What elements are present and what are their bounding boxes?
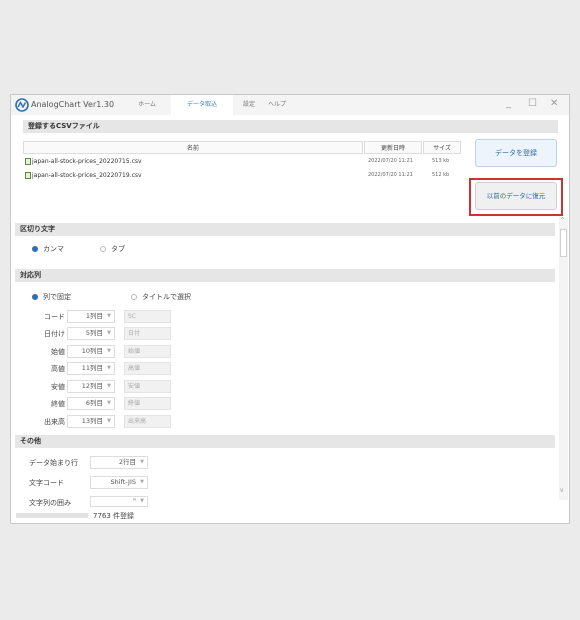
date-field: 日付 xyxy=(124,327,171,340)
chevron-down-icon: ▼ xyxy=(107,330,111,336)
quote-label: 文字列の囲み xyxy=(29,499,71,507)
chevron-down-icon: ▼ xyxy=(140,459,144,465)
open-field: 始値 xyxy=(124,345,171,358)
by-title-label[interactable]: タイトルで選択 xyxy=(142,292,191,302)
volume-column-select[interactable]: 13列目 ▼ xyxy=(67,415,115,428)
maximize-button[interactable]: ☐ xyxy=(528,98,537,109)
code-label: コード xyxy=(44,313,65,321)
quote-select[interactable]: " ▼ xyxy=(90,496,148,507)
delimiter-section-header: 区切り文字 xyxy=(15,223,555,236)
progress-bar xyxy=(16,513,88,518)
chevron-down-icon: ▼ xyxy=(140,498,144,504)
date-column-select[interactable]: 5列目 ▼ xyxy=(67,327,115,340)
chevron-down-icon: ▼ xyxy=(140,479,144,485)
scroll-thumb[interactable] xyxy=(560,229,567,257)
status-text: 7763 件登録 xyxy=(93,512,135,520)
chevron-down-icon: ▼ xyxy=(107,313,111,319)
high-label: 高値 xyxy=(51,365,65,373)
app-window: AnalogChart Ver1.30 ホーム データ取込 設定 ヘルプ _ ☐… xyxy=(10,94,570,524)
by-title-radio[interactable] xyxy=(131,294,137,300)
chevron-down-icon: ▼ xyxy=(107,348,111,354)
file-size: 512 kb xyxy=(432,172,450,178)
encoding-label: 文字コード xyxy=(29,479,64,487)
code-column-select[interactable]: 1列目 ▼ xyxy=(67,310,115,323)
menu-settings[interactable]: 設定 xyxy=(237,95,261,115)
high-column-select[interactable]: 11列目 ▼ xyxy=(67,362,115,375)
high-field: 高値 xyxy=(124,362,171,375)
delimiter-tab-radio[interactable] xyxy=(100,246,106,252)
low-field: 安値 xyxy=(124,380,171,393)
file-name: japan-all-stock-prices_20220715.csv xyxy=(32,158,142,165)
register-data-button[interactable]: データを登録 xyxy=(475,139,557,167)
close-field: 終値 xyxy=(124,397,171,410)
status-bar: 7763 件登録 xyxy=(11,508,569,523)
column-header-name[interactable]: 名前 xyxy=(23,141,363,154)
chevron-down-icon: ▼ xyxy=(107,365,111,371)
data-start-label: データ始まり行 xyxy=(29,459,78,467)
open-column-select[interactable]: 10列目 ▼ xyxy=(67,345,115,358)
volume-field: 出来高 xyxy=(124,415,171,428)
code-field: SC xyxy=(124,310,171,323)
csv-section-header: 登録するCSVファイル xyxy=(23,120,558,133)
delimiter-comma-label[interactable]: カンマ xyxy=(43,244,64,254)
close-column-select[interactable]: 6列目 ▼ xyxy=(67,397,115,410)
file-updated: 2022/07/20 11:21 xyxy=(368,172,413,178)
chevron-down-icon: ▼ xyxy=(107,400,111,406)
menu-data-import[interactable]: データ取込 xyxy=(171,95,233,115)
encoding-select[interactable]: Shift-JIS ▼ xyxy=(90,476,148,489)
chevron-down-icon: ▼ xyxy=(107,418,111,424)
column-header-size[interactable]: サイズ xyxy=(423,141,461,154)
data-start-select[interactable]: 2行目 ▼ xyxy=(90,456,148,469)
delimiter-tab-label[interactable]: タブ xyxy=(111,244,125,254)
menu-help[interactable]: ヘルプ xyxy=(263,95,291,115)
file-name: japan-all-stock-prices_20220719.csv xyxy=(32,172,142,179)
delimiter-comma-radio[interactable] xyxy=(32,246,38,252)
chevron-down-icon: ▼ xyxy=(107,383,111,389)
app-logo-icon xyxy=(15,98,29,112)
column-header-updated[interactable]: 更新日時 xyxy=(364,141,422,154)
low-label: 安値 xyxy=(51,383,65,391)
app-title: AnalogChart Ver1.30 xyxy=(31,100,115,109)
open-label: 始値 xyxy=(51,348,65,356)
csv-file-icon xyxy=(25,158,31,165)
file-row[interactable]: japan-all-stock-prices_20220719.csv xyxy=(25,170,142,181)
title-bar: AnalogChart Ver1.30 ホーム データ取込 設定 ヘルプ _ ☐… xyxy=(11,95,569,115)
scroll-up-icon[interactable]: ^ xyxy=(560,217,565,224)
settings-scrollbar[interactable]: ^ v xyxy=(559,217,568,500)
fixed-column-label[interactable]: 列で固定 xyxy=(43,292,71,302)
minimize-button[interactable]: _ xyxy=(506,98,511,109)
columns-section-header: 対応列 xyxy=(15,269,555,282)
fixed-column-radio[interactable] xyxy=(32,294,38,300)
csv-file-icon xyxy=(25,172,31,179)
file-size: 513 kb xyxy=(432,158,450,164)
file-updated: 2022/07/20 11:21 xyxy=(368,158,413,164)
date-label: 日付け xyxy=(44,330,65,338)
low-column-select[interactable]: 12列目 ▼ xyxy=(67,380,115,393)
close-button[interactable]: ✕ xyxy=(550,98,558,109)
file-row[interactable]: japan-all-stock-prices_20220715.csv xyxy=(25,156,142,167)
restore-previous-data-button[interactable]: 以前のデータに復元 xyxy=(475,182,557,210)
close-label: 終値 xyxy=(51,400,65,408)
scroll-down-icon[interactable]: v xyxy=(560,487,564,494)
volume-label: 出来高 xyxy=(44,418,65,426)
menu-home[interactable]: ホーム xyxy=(125,95,169,115)
other-section-header: その他 xyxy=(15,435,555,448)
